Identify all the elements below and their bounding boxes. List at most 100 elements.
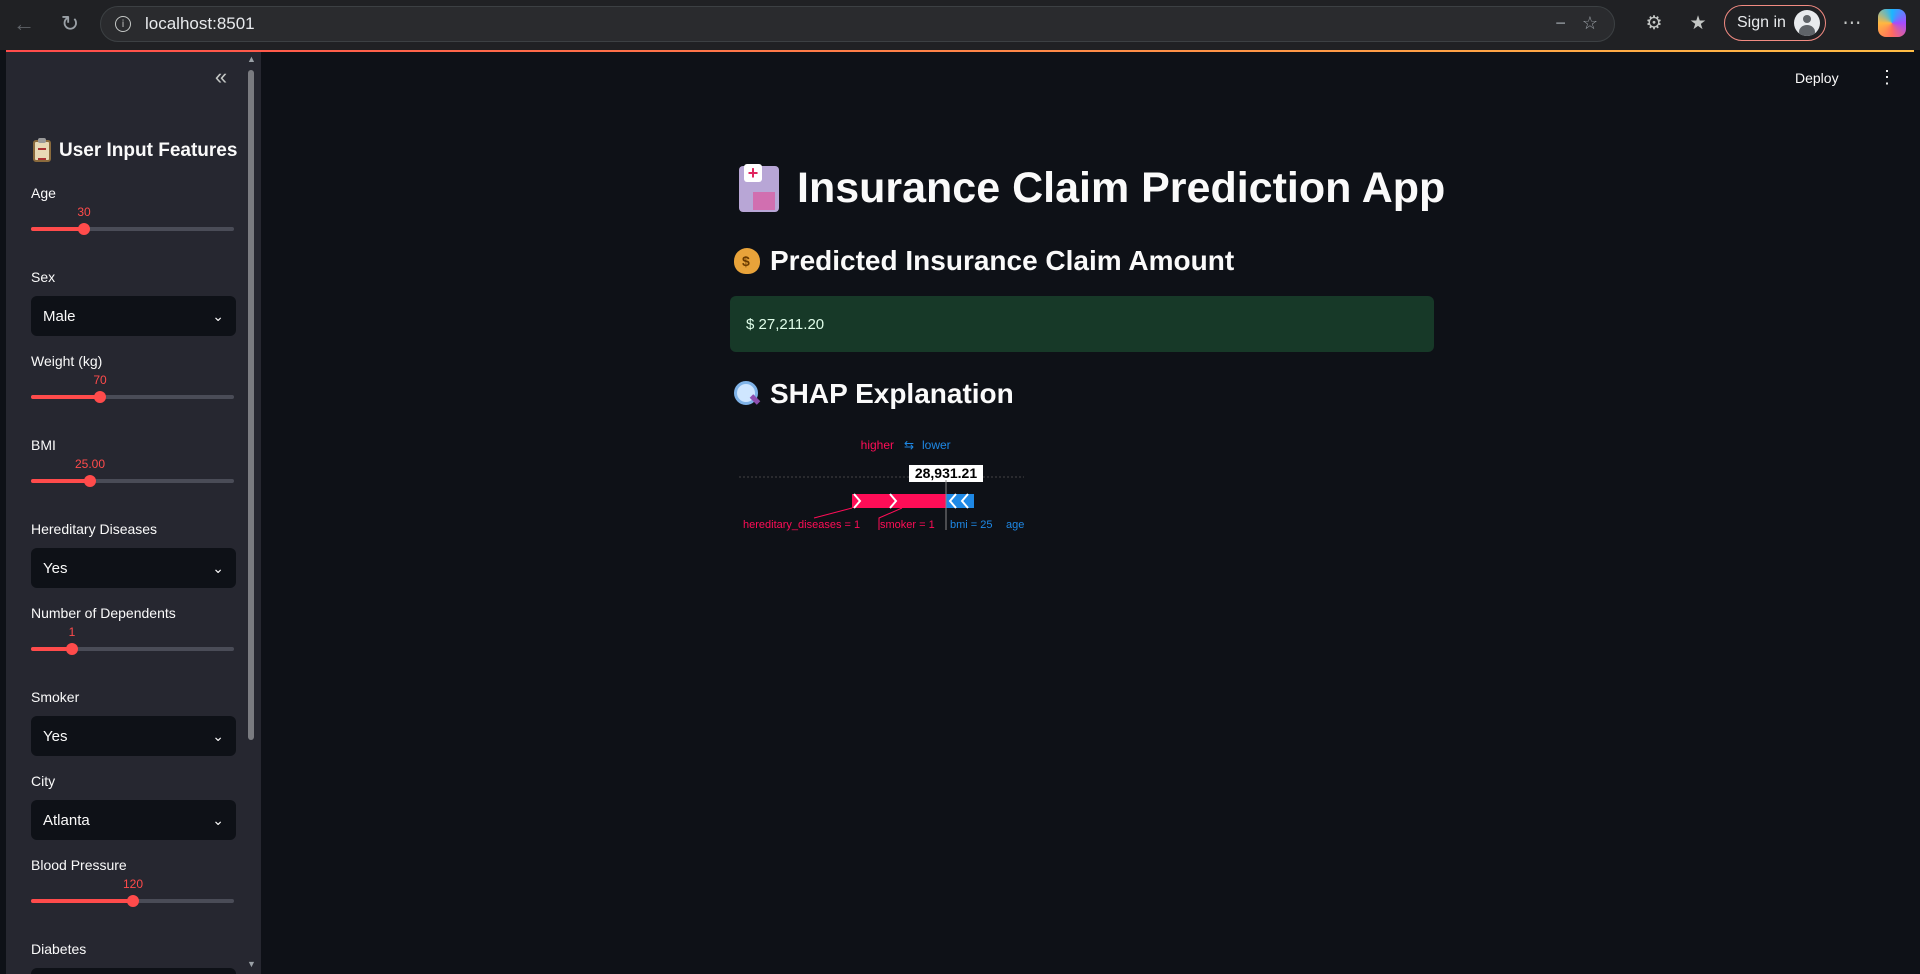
slider-thumb[interactable] — [94, 391, 106, 403]
diabetes-field: Diabetes — [31, 941, 236, 974]
slider-fill — [31, 227, 84, 231]
weight-slider[interactable]: 70 — [31, 369, 236, 409]
slider-thumb[interactable] — [84, 475, 96, 487]
collapse-sidebar-icon[interactable]: « — [209, 66, 233, 90]
clipboard-icon — [33, 138, 51, 162]
prediction-value: $ 27,211.20 — [746, 315, 825, 333]
slider-thumb[interactable] — [66, 643, 78, 655]
slider-fill — [31, 395, 100, 399]
copilot-icon[interactable] — [1877, 9, 1906, 37]
shap-feature-label: bmi = 25 — [950, 519, 993, 531]
deploy-button[interactable]: Deploy — [1795, 70, 1839, 86]
slider-fill — [31, 899, 133, 903]
dependents-field: Number of Dependents 1 — [31, 605, 236, 661]
city-select-value: Atlanta — [43, 811, 90, 829]
hereditary-select[interactable]: Yes ⌄ — [31, 548, 236, 588]
shap-higher-label: higher — [861, 438, 894, 452]
sidebar-title-text: User Input Features — [59, 140, 238, 161]
hospital-icon — [739, 163, 779, 212]
chevron-down-icon: ⌄ — [212, 811, 224, 828]
slider-value: 1 — [68, 625, 76, 639]
weight-field: Weight (kg) 70 — [31, 353, 236, 409]
url-text[interactable]: localhost:8501 — [145, 14, 255, 34]
favorite-star-icon[interactable]: ☆ — [1582, 13, 1598, 34]
profile-avatar-icon — [1793, 10, 1820, 36]
swap-arrows-icon: ⇆ — [904, 438, 914, 452]
sex-field: Sex Male ⌄ — [31, 269, 236, 336]
shap-feature-label: age — [1006, 519, 1024, 531]
city-select[interactable]: Atlanta ⌄ — [31, 800, 236, 840]
slider-value: 25.00 — [74, 457, 106, 471]
extensions-icon[interactable]: ⚙ — [1636, 5, 1672, 41]
sidebar-scrollbar[interactable]: ▲ ▼ — [246, 54, 256, 974]
shap-lower-label: lower — [922, 438, 951, 452]
bp-slider[interactable]: 120 — [31, 873, 236, 913]
smoker-select[interactable]: Yes ⌄ — [31, 716, 236, 756]
page-title: Insurance Claim Prediction App — [739, 163, 1446, 213]
sign-in-label: Sign in — [1737, 14, 1786, 31]
sign-in-button[interactable]: Sign in — [1724, 5, 1826, 41]
chevron-down-icon: ⌄ — [212, 727, 224, 744]
slider-value: 70 — [93, 373, 107, 387]
shap-higher-bar — [852, 494, 946, 508]
shap-heading: SHAP Explanation — [734, 378, 1014, 410]
sidebar: « User Input Features Age 30 Sex Male ⌄ … — [6, 52, 261, 974]
prediction-result-box: $ 27,211.20 — [730, 296, 1434, 352]
diabetes-select[interactable] — [31, 968, 236, 974]
main-menu-icon[interactable]: ⋮ — [1878, 68, 1896, 86]
smoker-select-value: Yes — [43, 727, 68, 745]
shap-heading-text: SHAP Explanation — [770, 378, 1014, 409]
magnifier-icon — [734, 381, 760, 407]
shap-feature-label: smoker = 1 — [880, 519, 935, 531]
address-bar[interactable]: i localhost:8501 − ☆ — [100, 6, 1615, 42]
sidebar-title: User Input Features — [33, 138, 238, 162]
bmi-slider[interactable]: 25.00 — [31, 453, 236, 493]
smoker-label: Smoker — [31, 689, 80, 705]
sex-label: Sex — [31, 269, 56, 285]
bp-field: Blood Pressure 120 — [31, 857, 236, 913]
hereditary-label: Hereditary Diseases — [31, 521, 158, 537]
more-menu-icon[interactable]: ⋯ — [1834, 5, 1870, 41]
back-icon[interactable]: ← — [4, 4, 44, 44]
hereditary-select-value: Yes — [43, 559, 68, 577]
bmi-label: BMI — [31, 437, 56, 453]
slider-fill — [31, 479, 90, 483]
sex-select-value: Male — [43, 307, 76, 325]
dependents-label: Number of Dependents — [31, 605, 176, 621]
browser-toolbar: ← ↻ i localhost:8501 − ☆ ⚙ ★ Sign in ⋯ — [0, 0, 1920, 50]
city-field: City Atlanta ⌄ — [31, 773, 236, 840]
scroll-up-icon[interactable]: ▲ — [247, 54, 256, 64]
shap-output-label: 28,931.21 — [915, 465, 977, 481]
shap-label-connector — [813, 507, 853, 519]
favorites-icon[interactable]: ★ — [1680, 5, 1716, 41]
dependents-slider[interactable]: 1 — [31, 621, 236, 661]
slider-value: 120 — [122, 877, 144, 891]
bp-label: Blood Pressure — [31, 857, 127, 873]
site-info-icon[interactable]: i — [115, 16, 131, 32]
slider-thumb[interactable] — [78, 223, 90, 235]
smoker-field: Smoker Yes ⌄ — [31, 689, 236, 756]
chevron-down-icon: ⌄ — [212, 307, 224, 324]
page-title-text: Insurance Claim Prediction App — [797, 164, 1446, 212]
diabetes-label: Diabetes — [31, 941, 87, 957]
prediction-heading: Predicted Insurance Claim Amount — [734, 245, 1234, 277]
scroll-down-icon[interactable]: ▼ — [247, 959, 256, 969]
age-field: Age 30 — [31, 185, 236, 241]
slider-thumb[interactable] — [127, 895, 139, 907]
city-label: City — [31, 773, 56, 789]
hereditary-field: Hereditary Diseases Yes ⌄ — [31, 521, 236, 588]
chevron-down-icon: ⌄ — [212, 559, 224, 576]
weight-label: Weight (kg) — [31, 353, 103, 369]
bmi-field: BMI 25.00 — [31, 437, 236, 493]
money-bag-icon — [734, 248, 760, 274]
reload-icon[interactable]: ↻ — [50, 4, 90, 44]
shap-force-plot: higher ⇆ lower 28,931.21 hereditary_dise… — [739, 438, 1024, 531]
age-slider[interactable]: 30 — [31, 201, 236, 241]
shap-feature-label: hereditary_diseases = 1 — [743, 519, 860, 531]
scrollbar-thumb[interactable] — [248, 70, 254, 740]
zoom-icon[interactable]: − — [1555, 13, 1566, 34]
slider-value: 30 — [77, 205, 91, 219]
age-label: Age — [31, 185, 56, 201]
sex-select[interactable]: Male ⌄ — [31, 296, 236, 336]
prediction-heading-text: Predicted Insurance Claim Amount — [770, 245, 1235, 276]
